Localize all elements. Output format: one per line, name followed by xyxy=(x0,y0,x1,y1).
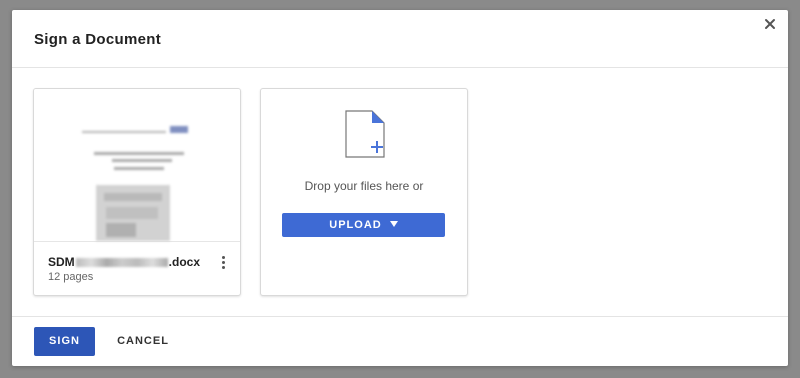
file-card[interactable]: SDM .docx 12 pages xyxy=(33,88,241,296)
drop-instructions: Drop your files here or xyxy=(304,179,424,193)
file-name: SDM .docx xyxy=(48,255,200,269)
document-add-icon xyxy=(345,110,385,163)
file-page-count: 12 pages xyxy=(48,271,94,283)
redacted-filename xyxy=(75,258,168,268)
sign-document-dialog: Sign a Document SDM .docx 12 pages Drop … xyxy=(12,10,788,366)
file-drop-zone[interactable]: Drop your files here or UPLOAD xyxy=(260,88,468,296)
upload-label: UPLOAD xyxy=(329,219,382,231)
caret-down-icon xyxy=(389,221,398,227)
dialog-title: Sign a Document xyxy=(34,31,162,48)
dialog-footer: SIGN CANCEL xyxy=(12,317,788,366)
dialog-body: SDM .docx 12 pages Drop your files here o… xyxy=(12,67,788,317)
file-name-suffix: .docx xyxy=(168,255,201,269)
sign-button[interactable]: SIGN xyxy=(34,327,95,356)
document-thumbnail xyxy=(34,89,240,242)
more-vertical-icon[interactable] xyxy=(218,256,228,274)
dialog-header: Sign a Document xyxy=(12,10,788,68)
upload-button[interactable]: UPLOAD xyxy=(282,213,445,237)
file-name-prefix: SDM xyxy=(48,255,75,269)
cancel-button[interactable]: CANCEL xyxy=(112,327,174,356)
close-icon[interactable] xyxy=(762,16,778,32)
